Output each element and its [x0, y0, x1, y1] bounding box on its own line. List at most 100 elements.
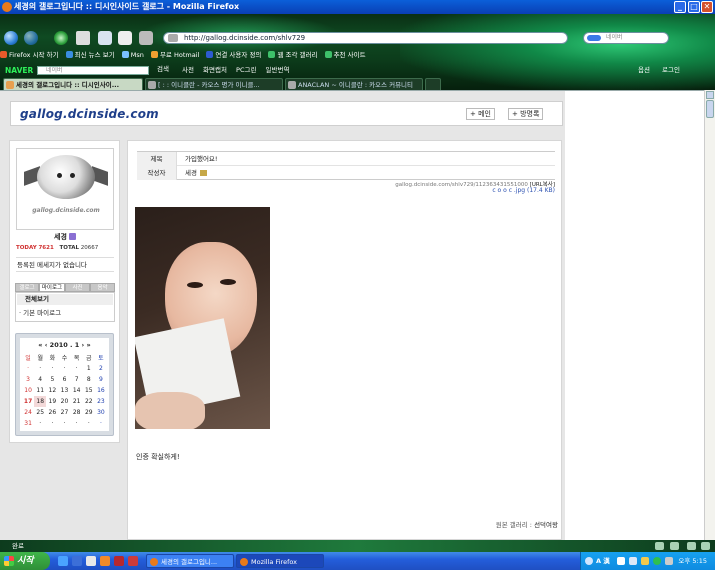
- calendar-day[interactable]: 14: [71, 385, 83, 396]
- site-logo[interactable]: gallog.dcinside.com: [20, 107, 159, 121]
- calendar-day[interactable]: 30: [95, 407, 107, 418]
- calendar-day[interactable]: 27: [58, 407, 70, 418]
- calendar-day[interactable]: 21: [71, 396, 83, 407]
- taskbar-item-firefox[interactable]: Mozilla Firefox: [236, 554, 324, 568]
- menu-view-all[interactable]: 전체보기: [17, 294, 113, 305]
- tools-icon[interactable]: [139, 31, 153, 45]
- calendar-header[interactable]: « ‹ 2010 . 1 › »: [20, 341, 109, 349]
- taskbar-item-gallog[interactable]: 세경의 갤로그입니...: [146, 554, 234, 568]
- tray-icon[interactable]: [629, 557, 637, 565]
- calendar-day[interactable]: 1: [83, 363, 95, 374]
- calendar-day[interactable]: 24: [22, 407, 34, 418]
- input-language[interactable]: A 漢: [596, 552, 610, 570]
- tab-music[interactable]: 음악: [90, 283, 115, 292]
- volume-icon[interactable]: [665, 557, 673, 565]
- calendar-day[interactable]: 19: [46, 396, 58, 407]
- search-box[interactable]: 네이버: [583, 32, 669, 44]
- calendar-day[interactable]: 15: [83, 385, 95, 396]
- bookmark-item[interactable]: Firefox 시작 하기: [0, 51, 59, 59]
- naver-search-button[interactable]: 검색: [157, 63, 169, 76]
- bookmark-item[interactable]: Msn: [121, 51, 144, 59]
- calendar-day-today[interactable]: 18: [34, 396, 47, 407]
- naver-login[interactable]: 로그인: [662, 66, 680, 74]
- tab-iniclan[interactable]: [ : : 이니클란 - 카오스 명가 이니클...: [145, 78, 283, 90]
- author-name: 세경: [185, 169, 197, 177]
- status-addon-icon[interactable]: [701, 542, 710, 550]
- scroll-up-arrow[interactable]: [706, 91, 714, 99]
- address-bar[interactable]: http://gallog.dcinside.com/shlv729: [163, 32, 568, 44]
- status-addon-icon[interactable]: [687, 542, 696, 550]
- bookmark-item[interactable]: 최신 뉴스 보기: [65, 51, 115, 59]
- quicklaunch-icon[interactable]: [114, 556, 124, 566]
- quicklaunch-icon[interactable]: [100, 556, 110, 566]
- calendar-day[interactable]: 9: [95, 374, 107, 385]
- calendar-day[interactable]: 8: [83, 374, 95, 385]
- tray-icon[interactable]: [617, 557, 625, 565]
- clock[interactable]: 오후 5:15: [678, 552, 707, 570]
- calendar-day[interactable]: 17: [22, 396, 34, 407]
- calendar-day[interactable]: 5: [46, 374, 58, 385]
- start-button[interactable]: 시작: [0, 552, 50, 570]
- forward-icon[interactable]: [24, 31, 38, 45]
- calendar-day[interactable]: 12: [46, 385, 58, 396]
- home-icon[interactable]: [76, 31, 90, 45]
- calendar-day[interactable]: 13: [58, 385, 70, 396]
- quicklaunch-icon[interactable]: [72, 556, 82, 566]
- status-addon-icon[interactable]: [670, 542, 679, 550]
- attachment-link[interactable]: c o o c .jpg (17.4 KB): [400, 187, 555, 194]
- calendar-day[interactable]: 16: [95, 385, 107, 396]
- scroll-thumb[interactable]: [706, 100, 714, 118]
- naver-item-pcgreen[interactable]: PC그린: [236, 66, 256, 74]
- close-button[interactable]: ✕: [701, 1, 713, 13]
- guestbook-button[interactable]: + 방명록: [508, 108, 544, 120]
- tray-icon[interactable]: [653, 557, 661, 565]
- quicklaunch-icon[interactable]: [128, 556, 138, 566]
- ime-icon[interactable]: [585, 557, 593, 565]
- minimize-button[interactable]: _: [674, 1, 686, 13]
- quicklaunch-icon[interactable]: [86, 556, 96, 566]
- calendar-day[interactable]: 20: [58, 396, 70, 407]
- main-button[interactable]: + 메인: [466, 108, 495, 120]
- naver-search-input[interactable]: 네이버: [37, 66, 149, 75]
- chat-icon[interactable]: [118, 31, 132, 45]
- post-author[interactable]: 세경: [185, 166, 207, 180]
- tab-anaclan[interactable]: ANACLAN ~ 이니클란 : 카오스 커뮤니티: [285, 78, 423, 90]
- calendar-day[interactable]: 4: [34, 374, 46, 385]
- tray-icon[interactable]: [641, 557, 649, 565]
- maximize-button[interactable]: □: [688, 1, 700, 13]
- tab-mylog[interactable]: 마이로그: [39, 283, 65, 292]
- reload-icon[interactable]: [54, 31, 68, 45]
- menu-basic-mylog[interactable]: · 기본 마이로그: [19, 308, 61, 319]
- bookmark-item[interactable]: 추천 사이트: [324, 51, 366, 59]
- new-tab-button[interactable]: [425, 78, 441, 90]
- calendar-day[interactable]: 25: [34, 407, 46, 418]
- back-icon[interactable]: [4, 31, 18, 45]
- naver-item-capture[interactable]: 화면캡처: [203, 66, 227, 74]
- calendar-day[interactable]: 11: [34, 385, 46, 396]
- calendar-day[interactable]: 2: [95, 363, 107, 374]
- calendar-day[interactable]: 29: [83, 407, 95, 418]
- calendar-day[interactable]: 28: [71, 407, 83, 418]
- calendar-day[interactable]: 31: [22, 418, 34, 429]
- bookmark-item[interactable]: 웹 조각 갤러리: [268, 51, 318, 59]
- vertical-scrollbar[interactable]: [704, 90, 715, 540]
- tab-photo[interactable]: 사진: [65, 283, 90, 292]
- calendar-day[interactable]: 23: [95, 396, 107, 407]
- calendar-day[interactable]: 6: [58, 374, 70, 385]
- calendar-day[interactable]: 22: [83, 396, 95, 407]
- tab-gallog[interactable]: 세경의 갤로그입니다 :: 디시인사이...: [3, 78, 143, 90]
- tab-gallog-menu[interactable]: 갤로그: [15, 283, 39, 292]
- naver-item-translate[interactable]: 일반번역: [266, 66, 290, 74]
- calendar-day[interactable]: 7: [71, 374, 83, 385]
- calendar-day[interactable]: 26: [46, 407, 58, 418]
- calendar-day[interactable]: 10: [22, 385, 34, 396]
- origin-gallery-link[interactable]: 선덕여왕: [534, 521, 558, 529]
- naver-options[interactable]: 옵션: [638, 66, 650, 74]
- calendar-day[interactable]: 3: [22, 374, 34, 385]
- bookmark-item[interactable]: 무료 Hotmail: [150, 51, 199, 59]
- naver-item-dictionary[interactable]: 사전: [182, 66, 194, 74]
- quicklaunch-ie-icon[interactable]: [58, 556, 68, 566]
- bookmark-item[interactable]: 연결 사용자 정의: [206, 51, 261, 59]
- bookmarks-icon[interactable]: [98, 31, 112, 45]
- status-addon-icon[interactable]: [655, 542, 664, 550]
